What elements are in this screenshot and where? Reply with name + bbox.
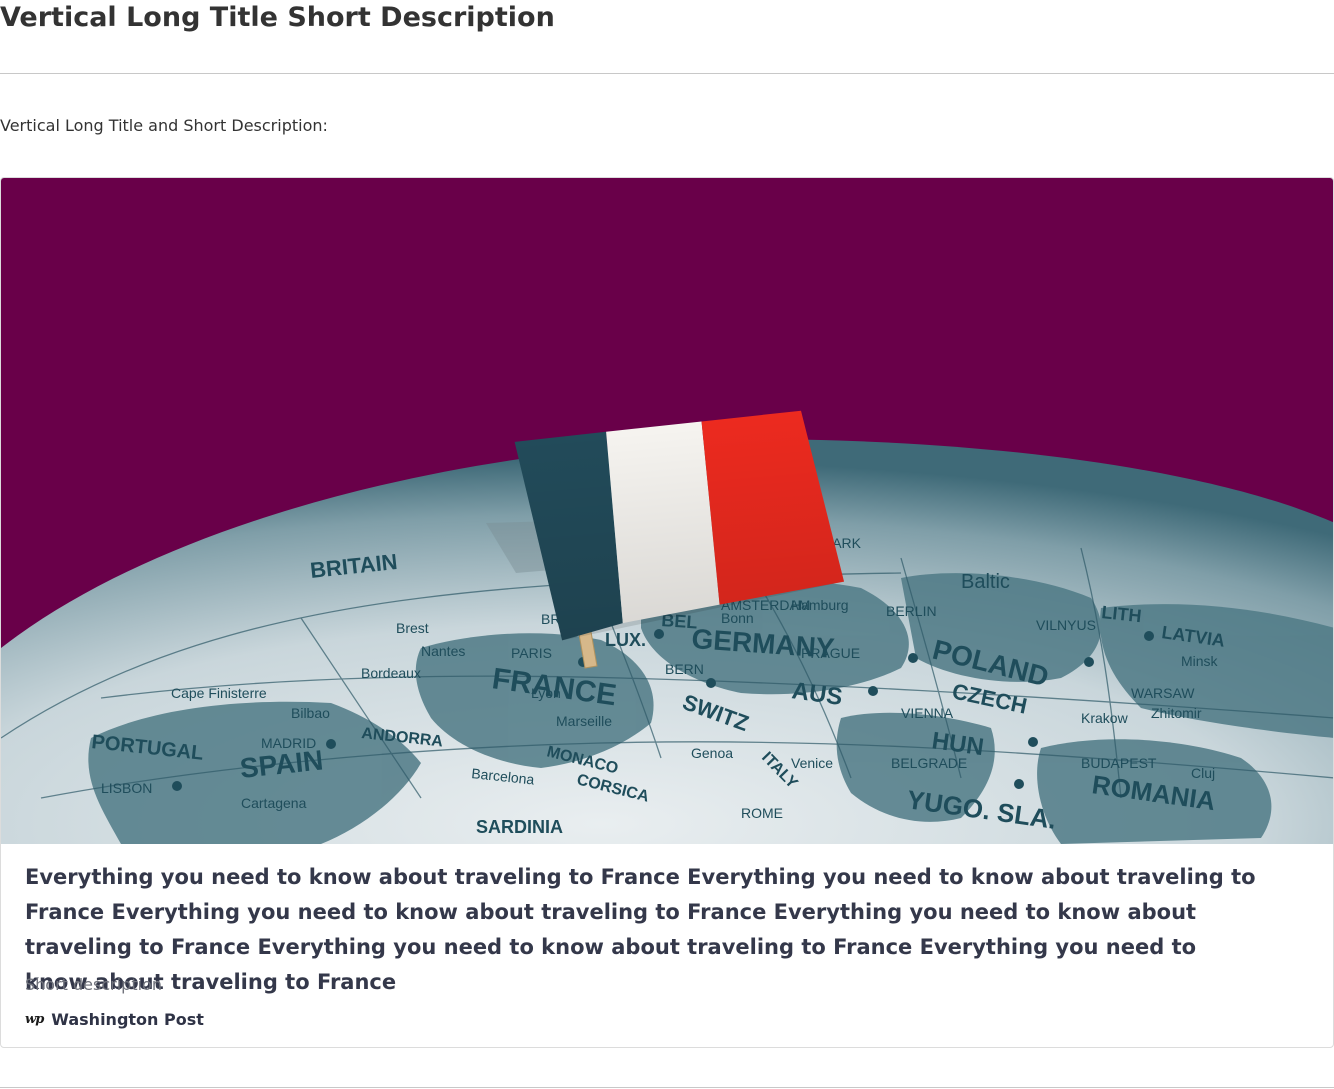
map-label-paris: PARIS: [511, 645, 552, 661]
map-label-prague: PRAGUE: [801, 645, 860, 661]
divider: [0, 1087, 1334, 1088]
source-name: Washington Post: [51, 1010, 204, 1029]
source-logo-icon: wp: [25, 1012, 44, 1027]
article-source[interactable]: wp Washington Post: [25, 1009, 204, 1031]
article-image[interactable]: FRANCE GERMANY POLAND SPAIN PORTUGAL ROM…: [1, 178, 1334, 844]
map-label-venice: Venice: [791, 755, 833, 771]
map-label-krakow: Krakow: [1081, 710, 1129, 726]
page: Vertical Long Title Short Description Ve…: [0, 0, 1334, 1089]
map-label-belgrade: BELGRADE: [891, 755, 967, 771]
map-label-genoa: Genoa: [691, 745, 733, 761]
map-label-nantes: Nantes: [421, 643, 465, 659]
article-card[interactable]: FRANCE GERMANY POLAND SPAIN PORTUGAL ROM…: [0, 177, 1334, 1048]
map-label-budapest: BUDAPEST: [1081, 755, 1157, 771]
map-label-minsk: Minsk: [1181, 653, 1219, 669]
map-label-warsaw: WARSAW: [1131, 685, 1195, 701]
map-label-cartagena: Cartagena: [241, 795, 307, 811]
map-label-bordeaux: Bordeaux: [361, 665, 421, 681]
map-label-marseille: Marseille: [556, 713, 612, 729]
map-label-vienna: VIENNA: [901, 705, 954, 721]
map-label-rome: ROME: [741, 805, 783, 821]
page-title: Vertical Long Title Short Description: [0, 2, 555, 33]
map-label-lyon: Lyon: [531, 685, 561, 701]
map-label-lisbon: LISBON: [101, 780, 152, 796]
map-label-lux: LUX.: [605, 630, 646, 650]
map-label-baltic: Baltic: [961, 571, 1010, 593]
map-label-bilbao: Bilbao: [291, 705, 330, 721]
map-label-bern: BERN: [665, 661, 704, 677]
map-label-cape-finisterre: Cape Finisterre: [171, 685, 267, 701]
divider: [0, 73, 1334, 74]
map-label-sardinia: SARDINIA: [476, 817, 563, 837]
map-label-vilnyus: VILNYUS: [1036, 617, 1096, 633]
section-label: Vertical Long Title and Short Descriptio…: [0, 116, 328, 135]
map-label-cluj: Cluj: [1191, 765, 1215, 781]
map-label-zhitomir: Zhitomir: [1151, 705, 1202, 721]
map-label-brest: Brest: [396, 620, 429, 636]
map-label-madrid: MADRID: [261, 735, 316, 751]
map-label-lith: LITH: [1101, 602, 1143, 626]
map-label-berlin: BERLIN: [886, 603, 937, 619]
article-title[interactable]: Everything you need to know about travel…: [25, 860, 1265, 1000]
article-description: Short description: [25, 975, 162, 994]
